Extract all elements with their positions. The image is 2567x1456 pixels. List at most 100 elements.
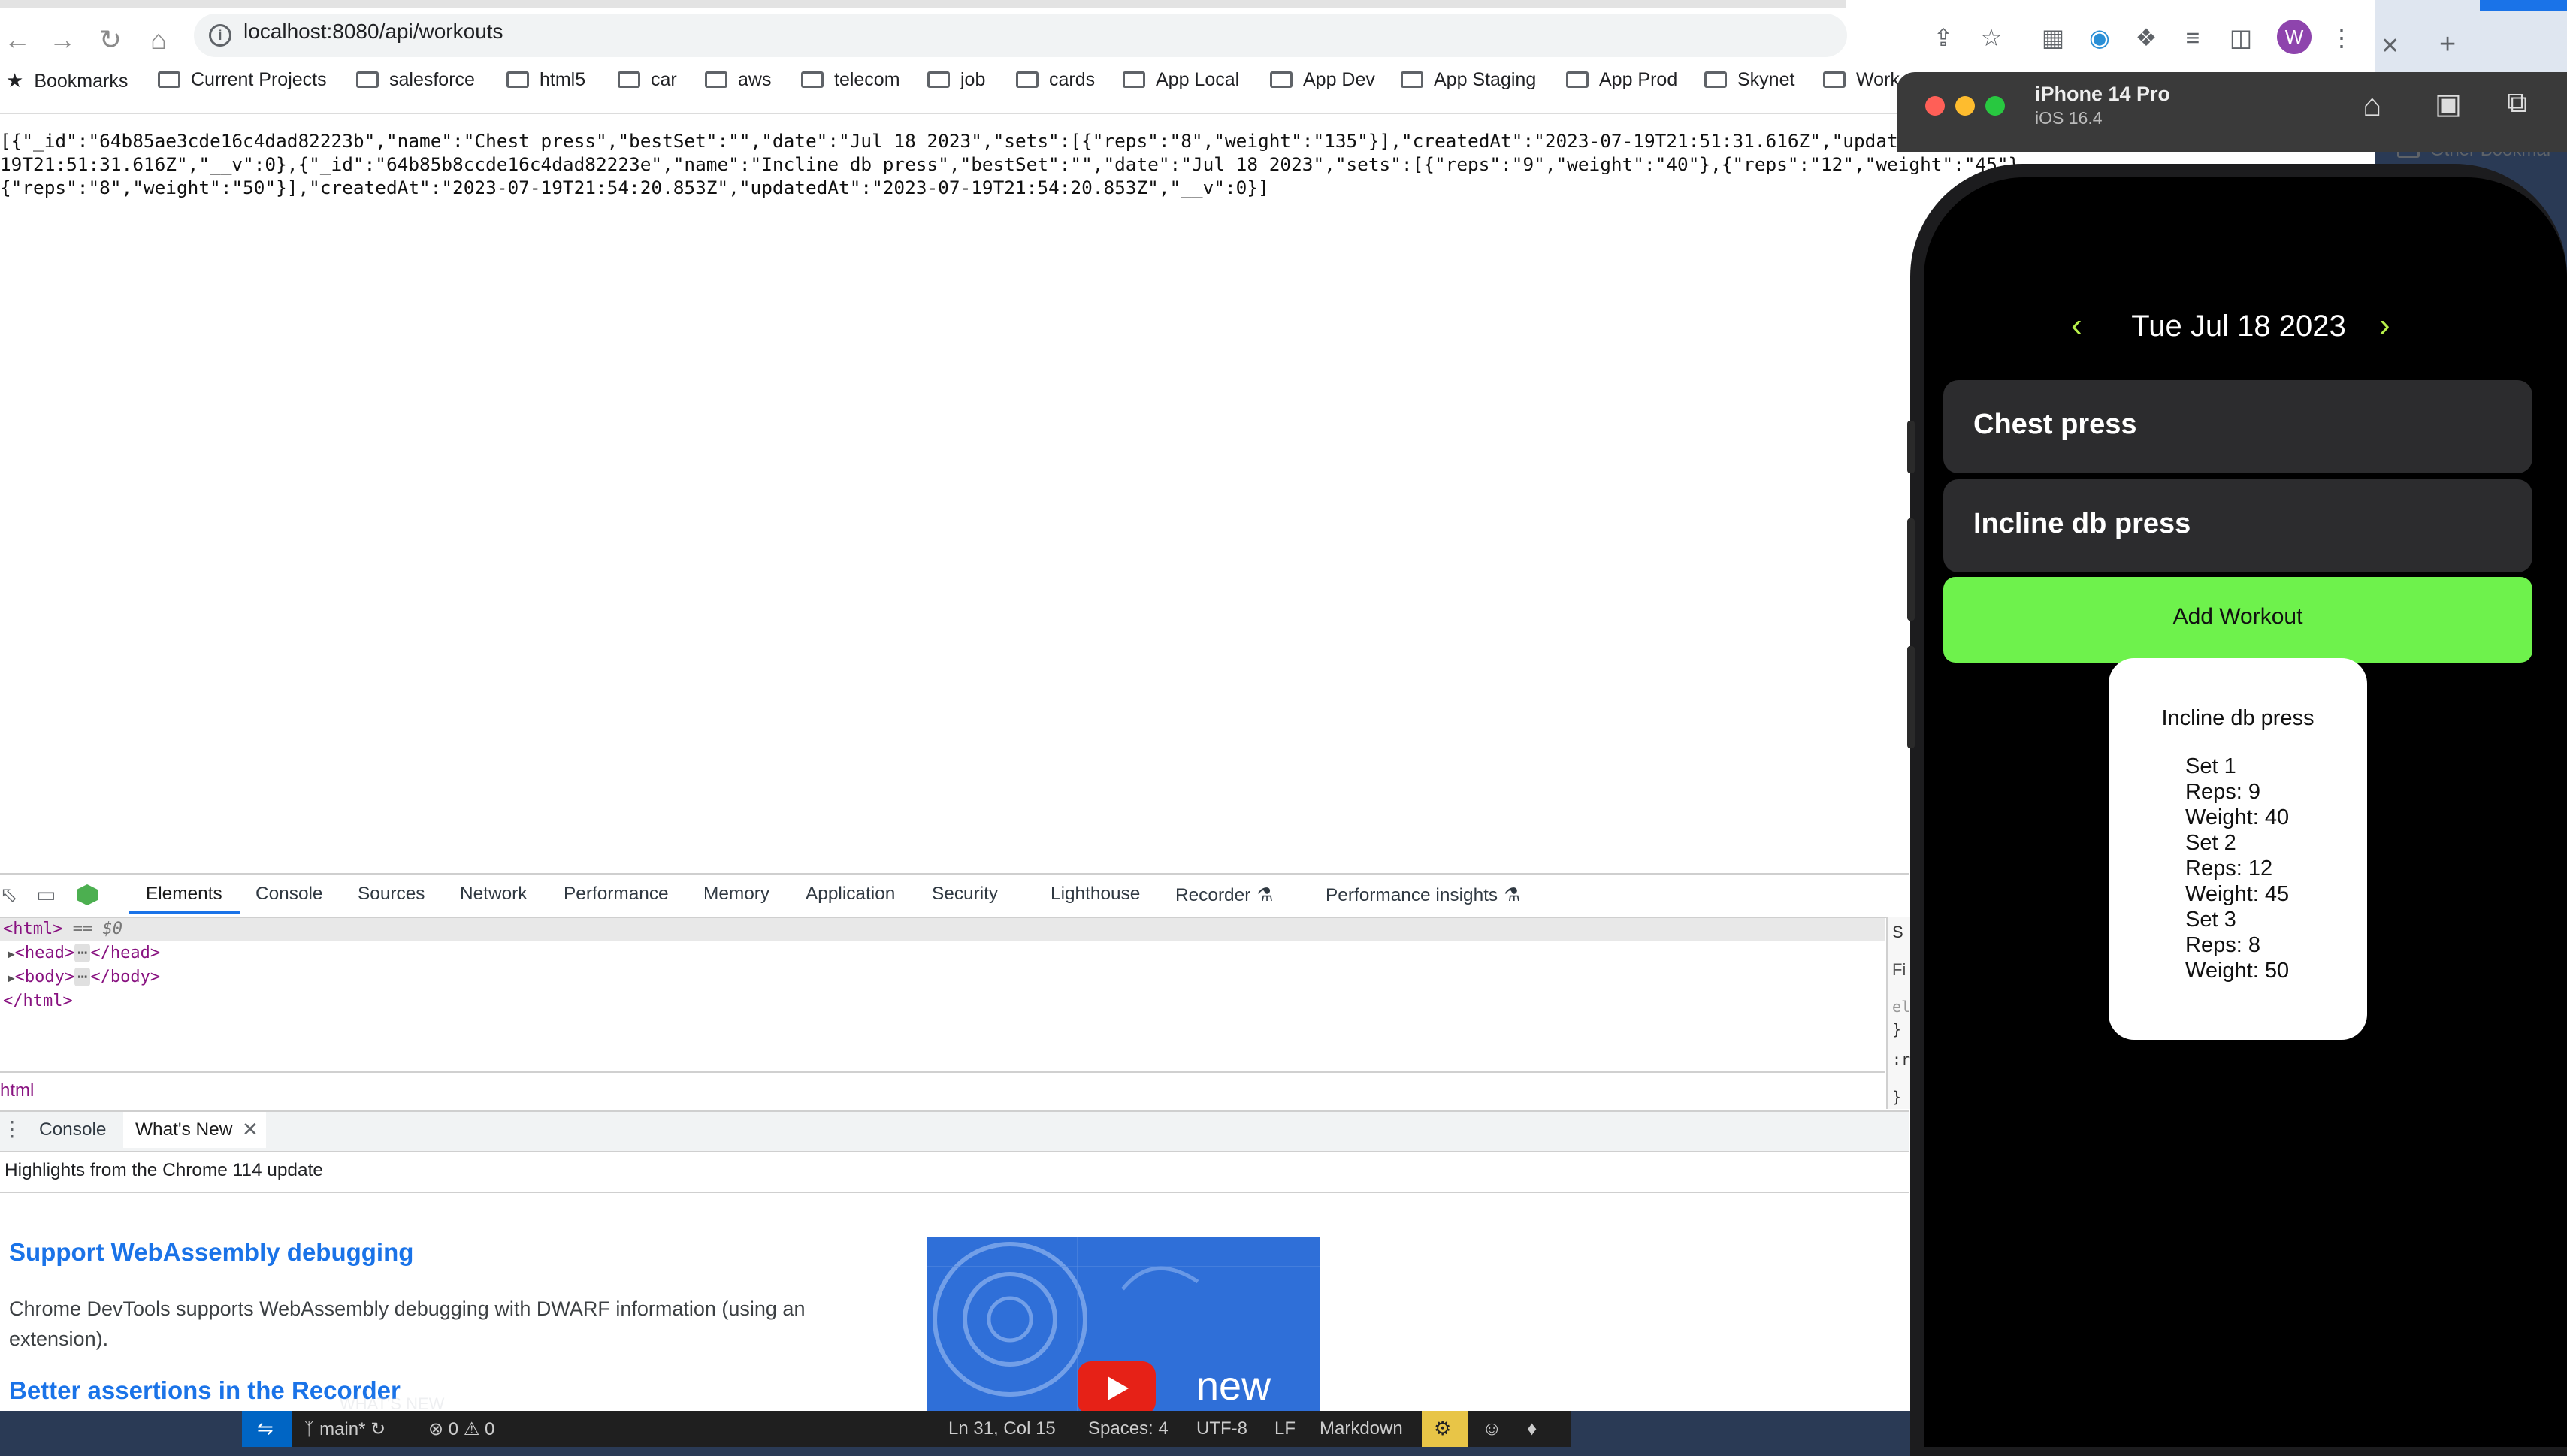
- head-tag: <head>: [14, 944, 75, 962]
- site-info-icon[interactable]: i: [209, 24, 231, 47]
- folder-icon: [506, 71, 529, 88]
- bookmark-aws[interactable]: aws: [705, 69, 771, 91]
- dom-node-html[interactable]: <html> == $0: [3, 918, 122, 941]
- bookmark-app-prod[interactable]: App Prod: [1566, 69, 1677, 91]
- tab-network[interactable]: Network: [460, 884, 527, 905]
- dom-node-head[interactable]: ▶<head> ⋯ </head>: [8, 942, 160, 965]
- workout-card[interactable]: Chest press: [1943, 380, 2532, 473]
- side-panel-icon[interactable]: ◫: [2224, 21, 2257, 54]
- new-tab-icon[interactable]: +: [2439, 29, 2456, 61]
- styles-tab-fragment[interactable]: S: [1892, 923, 1903, 942]
- folder-icon: [356, 71, 379, 88]
- minimize-window-button[interactable]: [1955, 96, 1975, 116]
- tab-sources[interactable]: Sources: [358, 884, 425, 905]
- workout-card[interactable]: Incline db press: [1943, 479, 2532, 572]
- expand-triangle-icon[interactable]: ▶: [8, 971, 15, 985]
- drawer-menu-icon[interactable]: ⋮: [2, 1116, 23, 1141]
- expand-triangle-icon[interactable]: ▶: [8, 947, 15, 961]
- close-icon[interactable]: ✕: [242, 1118, 259, 1141]
- bookmark-current-projects[interactable]: Current Projects: [158, 69, 327, 91]
- extension-icon[interactable]: ▦: [2036, 21, 2070, 54]
- remote-indicator[interactable]: ⇋: [242, 1411, 292, 1447]
- git-branch[interactable]: ᛉ main* ↻: [304, 1418, 386, 1440]
- bookmarks-star[interactable]: ★ Bookmarks: [6, 69, 128, 92]
- highlights-title: Highlights from the Chrome 114 update: [5, 1160, 323, 1180]
- tab-lighthouse[interactable]: Lighthouse: [1051, 884, 1140, 905]
- article-title[interactable]: Support WebAssembly debugging: [9, 1238, 413, 1267]
- address-bar-url[interactable]: localhost:8080/api/workouts: [243, 20, 503, 44]
- bookmark-label: job: [960, 69, 986, 90]
- filter-fragment[interactable]: Fi: [1892, 960, 1906, 980]
- device-toolbar-icon[interactable]: ▭: [36, 882, 62, 908]
- end-of-line[interactable]: LF: [1274, 1418, 1296, 1439]
- bookmark-html5[interactable]: html5: [506, 69, 585, 91]
- problems-indicator[interactable]: ⊗ 0 ⚠ 0: [428, 1418, 494, 1440]
- vue-devtools-icon[interactable]: [77, 882, 102, 908]
- inspect-element-icon[interactable]: ⬁: [0, 882, 26, 908]
- tab-memory[interactable]: Memory: [703, 884, 769, 905]
- drawer-tab-console[interactable]: Console: [39, 1119, 107, 1140]
- ellipsis-badge[interactable]: ⋯: [74, 944, 91, 962]
- dom-node-html-close: </html>: [3, 992, 73, 1010]
- error-icon: ⊗: [428, 1419, 444, 1439]
- folder-icon: [1704, 71, 1727, 88]
- selected-node-highlight: [0, 918, 1885, 941]
- second-window-tabstrip: [2375, 0, 2567, 72]
- reading-list-icon[interactable]: ≡: [2176, 21, 2209, 54]
- bookmark-app-dev[interactable]: App Dev: [1270, 69, 1375, 91]
- tab-performance[interactable]: Performance: [564, 884, 669, 905]
- bookmark-car[interactable]: car: [618, 69, 677, 91]
- volume-down-button[interactable]: [1907, 646, 1915, 748]
- chevron-right-icon[interactable]: ›: [2379, 307, 2390, 344]
- article-body: Chrome DevTools supports WebAssembly deb…: [9, 1297, 806, 1350]
- language-mode[interactable]: Markdown: [1320, 1418, 1403, 1439]
- reload-icon[interactable]: ↻: [93, 23, 128, 57]
- tab-elements[interactable]: Elements: [146, 884, 222, 905]
- copilot-indicator[interactable]: ⚙: [1422, 1411, 1468, 1447]
- home-icon[interactable]: ⌂: [2363, 87, 2381, 123]
- close-tab-icon[interactable]: ✕: [2381, 33, 2399, 59]
- youtube-play-icon[interactable]: [1078, 1361, 1156, 1414]
- tab-console[interactable]: Console: [255, 884, 323, 905]
- puzzle-icon[interactable]: ❖: [2130, 21, 2163, 54]
- drawer-tab-whats-new-label[interactable]: What's New: [135, 1119, 232, 1140]
- encoding[interactable]: UTF-8: [1196, 1418, 1247, 1439]
- tab-recorder[interactable]: Recorder ⚗: [1175, 884, 1273, 906]
- add-workout-button[interactable]: Add Workout: [1943, 577, 2532, 663]
- bookmark-skynet[interactable]: Skynet: [1704, 69, 1794, 91]
- rotate-icon[interactable]: ⧉: [2507, 87, 2527, 119]
- bookmark-cards[interactable]: cards: [1016, 69, 1095, 91]
- globe-extension-icon[interactable]: ◉: [2083, 21, 2116, 54]
- feedback-icon[interactable]: ☺: [1482, 1417, 1502, 1440]
- tab-performance-insights[interactable]: Performance insights ⚗: [1326, 884, 1520, 906]
- profile-avatar[interactable]: W: [2277, 20, 2312, 54]
- bookmark-salesforce[interactable]: salesforce: [356, 69, 475, 91]
- mute-switch[interactable]: [1907, 421, 1915, 473]
- bookmark-app-local[interactable]: App Local: [1123, 69, 1239, 91]
- tab-application[interactable]: Application: [806, 884, 895, 905]
- bookmark-telecom[interactable]: telecom: [801, 69, 900, 91]
- share-icon[interactable]: ⇪: [1927, 21, 1960, 54]
- bookmark-job[interactable]: job: [927, 69, 985, 91]
- back-icon[interactable]: ←: [0, 23, 35, 57]
- zoom-window-button[interactable]: [1985, 96, 2005, 116]
- tab-security[interactable]: Security: [932, 884, 998, 905]
- volume-up-button[interactable]: [1907, 518, 1915, 621]
- ellipsis-badge[interactable]: ⋯: [74, 968, 91, 986]
- bookmark-app-staging[interactable]: App Staging: [1401, 69, 1536, 91]
- screenshot-icon[interactable]: ▣: [2435, 87, 2462, 121]
- indentation[interactable]: Spaces: 4: [1088, 1418, 1169, 1439]
- bell-icon[interactable]: ♦: [1527, 1417, 1537, 1440]
- dom-node-body[interactable]: ▶<body> ⋯ </body>: [8, 966, 160, 989]
- forward-icon[interactable]: →: [45, 23, 80, 57]
- close-window-button[interactable]: [1925, 96, 1945, 116]
- menu-kebab-icon[interactable]: ⋮: [2325, 21, 2358, 54]
- flask-icon: ⚗: [1256, 885, 1274, 905]
- bookmark-star-icon[interactable]: ☆: [1975, 21, 2008, 54]
- chevron-left-icon[interactable]: ‹: [2071, 307, 2082, 344]
- home-icon[interactable]: ⌂: [141, 23, 176, 57]
- video-thumbnail[interactable]: new: [927, 1237, 1320, 1414]
- breadcrumb-html[interactable]: html: [0, 1080, 34, 1101]
- cursor-position[interactable]: Ln 31, Col 15: [948, 1418, 1056, 1439]
- bookmark-work[interactable]: Work: [1823, 69, 1900, 91]
